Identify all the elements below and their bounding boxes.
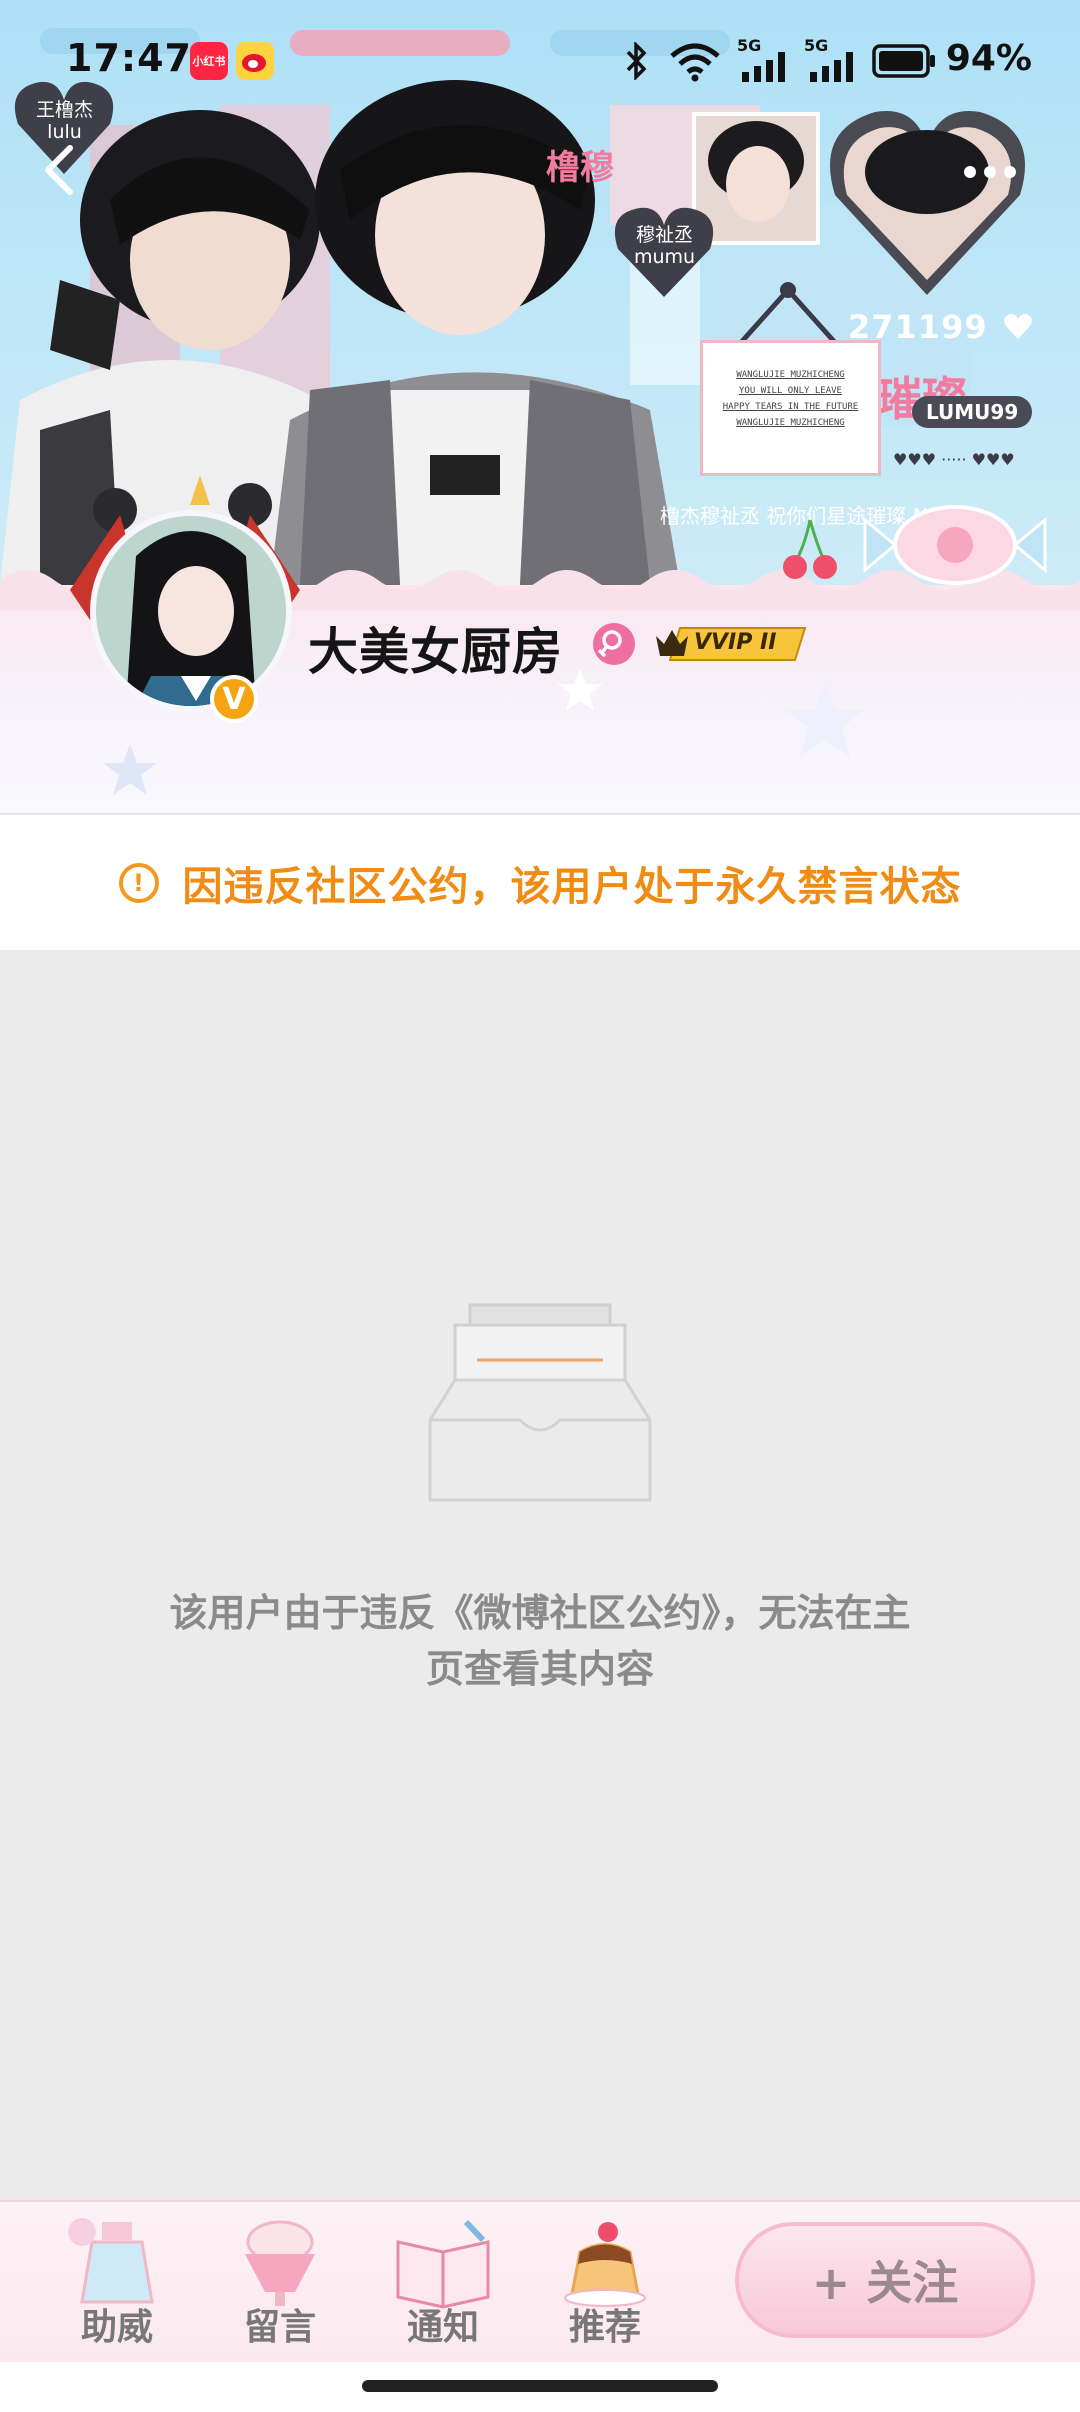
pudding-icon [564,2222,646,2307]
status-bar: 17:47 小红书 5G 5G 94% [0,0,1080,120]
tab-label: 推荐 [568,2307,641,2348]
more-dots-icon [964,166,1016,178]
ice-cream-icon [245,2220,315,2306]
banner-lumu-tag: LUMU99 [912,396,1033,428]
female-gender-icon [593,623,635,665]
heart-tag-text: 穆祉丞 [635,224,693,246]
verified-badge: V [210,675,258,723]
empty-box-icon [428,1303,652,1502]
banner-name-tag: 橹穆 [546,148,614,188]
avatar-frame[interactable]: V [60,470,310,723]
battery-percent: 94% [945,38,1032,79]
tab-label: 留言 [243,2307,316,2348]
more-options-button[interactable] [940,130,1040,210]
status-time: 17:47 [66,36,192,80]
chevron-left-icon [45,145,73,195]
signal-icon-1 [742,52,785,82]
ban-notice-bar: ! 因违反社区公约，该用户处于永久禁言状态 [0,813,1080,950]
home-indicator[interactable] [362,2380,718,2392]
candy-icon [863,505,1047,585]
weibo-profile-page: 诠璀璨 271199 WANGLUJIE MUZHICHENG YOU WILL… [0,0,1080,2412]
book-icon [396,2219,490,2309]
ticket-line: YOU WILL ONLY LEAVE [739,386,842,396]
vvip-label: VVIP II [694,630,777,655]
follow-button[interactable]: + 关注 [735,2222,1035,2338]
avatar[interactable] [90,510,292,712]
wifi-icon [670,43,720,82]
tab-cheer[interactable]: 助威 [52,2208,182,2358]
tab-label: 助威 [80,2307,153,2348]
signal-icon-2 [810,52,853,82]
xiaohongshu-app-icon: 小红书 [190,42,228,80]
star-decoration [103,744,157,795]
tab-label: 通知 [406,2307,479,2348]
vvip-badge[interactable]: VVIP II [650,622,810,666]
empty-state-message: 该用户由于违反《微博社区公约》，无法在主 页查看其内容 [110,1585,970,1697]
weibo-app-icon [236,42,274,80]
banner-ticket: WANGLUJIE MUZHICHENG YOU WILL ONLY LEAVE… [700,340,881,476]
ticket-line: WANGLUJIE MUZHICHENG [736,418,845,428]
bluetooth-icon [626,42,647,80]
tab-recommend[interactable]: 推荐 [540,2208,670,2358]
cherry-icon [783,519,837,579]
tab-message[interactable]: 留言 [215,2208,345,2358]
battery-icon [872,44,935,78]
profile-username: 大美女厨房 [308,623,563,681]
tab-notice[interactable]: 通知 [378,2208,508,2358]
ticket-line: WANGLUJIE MUZHICHENG [736,370,845,380]
cover-photo-center [270,60,690,585]
bottle-icon [68,2218,154,2304]
empty-state-line: 该用户由于违反《微博社区公约》，无法在主 [169,1591,911,1635]
ticket-line: HAPPY TEARS IN THE FUTURE [722,402,859,412]
heart-tag-text: mumu [633,246,696,268]
back-button[interactable] [30,130,90,210]
warning-icon: ! [118,862,159,903]
banner-hearts-row: ♥♥♥ ····· ♥♥♥ [893,450,1015,469]
star-decoration [784,681,866,758]
heart-icon [1004,313,1032,339]
heart-tag-mumu: 穆祉丞 mumu [612,205,717,300]
empty-state-line: 页查看其内容 [425,1647,654,1691]
ban-notice-text: 因违反社区公约，该用户处于永久禁言状态 [182,863,962,910]
